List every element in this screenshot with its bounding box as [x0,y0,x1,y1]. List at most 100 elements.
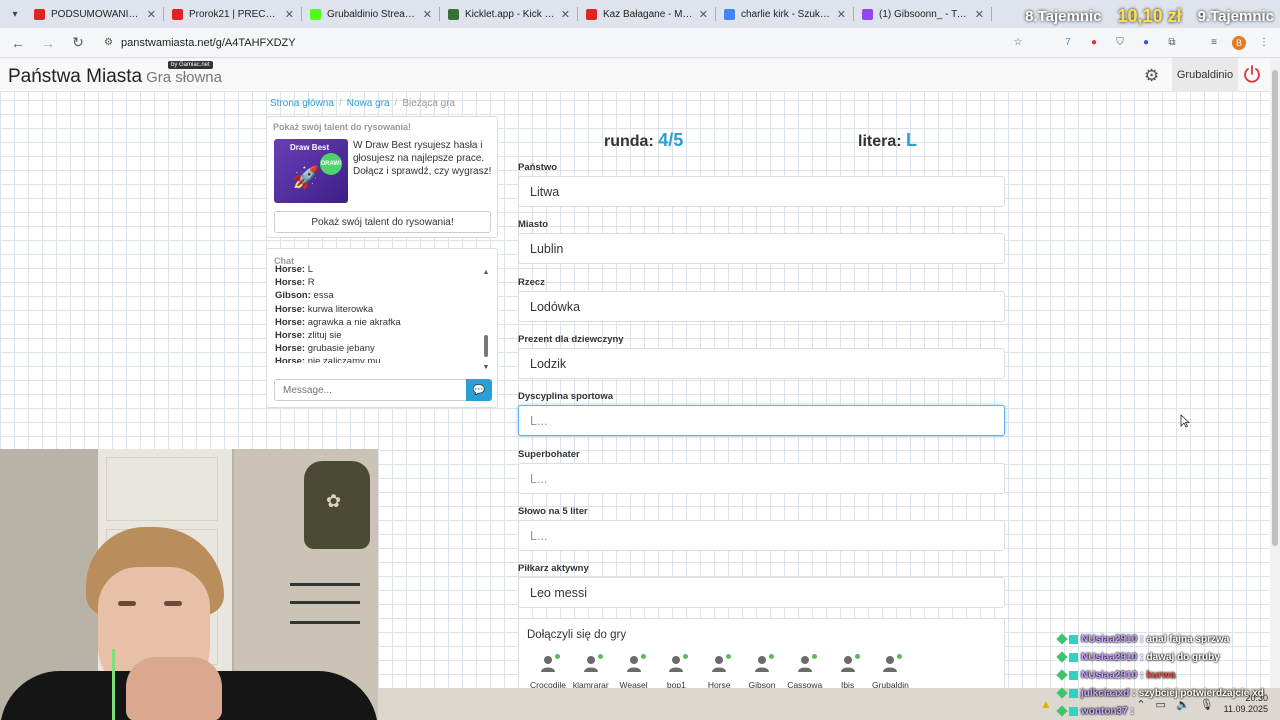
chat-scroll-thumb[interactable] [484,335,488,357]
stream-chat-line: wonton37: [1056,702,1280,720]
tab-close-icon[interactable]: ✕ [285,8,294,21]
scroll-down-arrow-icon[interactable]: ▼ [481,364,491,371]
site-logo[interactable]: Państwa Miasta Gra słowna by Gamiac.net [8,61,222,88]
tab-close-icon[interactable]: ✕ [837,8,846,21]
tab-title: Kicklet.app - Kick Chatbo [465,8,555,20]
chat-nick: Horse: [275,316,306,328]
player-item[interactable]: Grubaldin [866,654,914,688]
chat-send-button[interactable]: 💬 [466,379,492,401]
tab-close-icon[interactable]: ✕ [561,8,570,21]
letter-value: L [906,130,918,150]
bookmark-star-icon[interactable]: ☆ [1010,35,1026,51]
player-item[interactable]: Horse [695,654,743,688]
tab-close-icon[interactable]: ✕ [423,8,432,21]
chat-messages: Horse: L Horse: R Gibson: essa Horse: kurwa… [275,263,480,363]
player-item[interactable]: Crocodile [524,654,572,688]
chat-text: R [307,277,315,289]
sub-badge-icon [1056,687,1068,699]
chat-text: zlituj sie [307,330,342,342]
url-text: panstwamiasta.net/g/A4TAHFXDZY [120,36,296,49]
back-arrow-icon[interactable]: ← [8,35,28,51]
extension-red-icon[interactable]: ● [1086,35,1102,51]
extension-icon[interactable]: 7 [1060,35,1076,51]
tab-title: Kaz Bałagane - Modlitwa [603,8,693,20]
player-item[interactable]: klamrarar [567,654,615,688]
chat-panel: Chat Horse: L Horse: R Gibson: essa Horse: … [266,248,498,408]
answer-input[interactable] [518,291,1005,322]
player-item[interactable]: bop1 [652,654,700,688]
power-logout-icon[interactable] [1242,64,1262,84]
browser-tab[interactable]: Kicklet.app - Kick Chatbo ✕ [440,0,578,28]
answer-input[interactable] [518,176,1005,207]
tab-strip: PODSUMOWANIE MIESIĄ✕Prorok21 | PRECZ Z A… [26,0,992,28]
tab-close-icon[interactable]: ✕ [975,8,984,21]
site-info-icon[interactable]: ⚙ [104,37,113,48]
promo-button[interactable]: Pokaż swój talent do rysowania! [274,211,491,233]
browser-menu-icon[interactable]: ⋮ [1256,35,1272,51]
answer-input[interactable] [518,348,1005,379]
player-item[interactable]: Ibis [824,654,872,688]
answer-field-label: Słowo na 5 liter [518,506,588,517]
promo-description: W Draw Best rysujesz hasła i głosujesz n… [353,140,492,177]
chat-scrollbar[interactable]: ▲ ▼ [481,269,491,371]
media-control-icon[interactable]: ≡ [1206,35,1222,51]
url-field[interactable]: ⚙ panstwamiasta.net/g/A4TAHFXDZY [98,32,1000,54]
tab-favicon-icon [310,8,321,20]
shield-extension-icon[interactable]: ⛉ [1112,35,1128,51]
webcam-overlay: ✿ [0,449,378,720]
player-name: klamrarar [572,680,609,688]
answer-field: Słowo na 5 liter [518,506,1005,551]
chat-text: L [307,264,314,275]
player-item[interactable]: Cassowa [781,654,829,688]
page-scrollbar[interactable] [1270,58,1280,688]
answer-field-label: Prezent dla dziewczyny [518,334,624,345]
page-scroll-thumb[interactable] [1272,70,1278,546]
tab-close-icon[interactable]: ✕ [147,8,156,21]
profile-avatar-icon[interactable]: B [1232,35,1246,50]
extension-blue-icon[interactable]: ● [1138,35,1154,51]
draw-best-image[interactable]: Draw Best DRAW! 🚀 [274,139,348,203]
browser-tab[interactable]: (1) Gibsoonn_ - Twitch ✕ [854,0,992,28]
tab-close-icon[interactable]: ✕ [699,8,708,21]
online-status-dot [811,654,817,659]
answer-input[interactable] [518,233,1005,264]
brand-sub: Gra słowna [146,69,222,86]
chat-message-input[interactable] [274,379,466,401]
answer-input[interactable] [518,405,1005,436]
browser-tab[interactable]: charlie kirk - Szukaj w Go ✕ [716,0,854,28]
browser-tab[interactable]: Prorok21 | PRECZ Z ABSTY ✕ [164,0,302,28]
warning-icon: ▲ [1040,697,1052,711]
answer-input[interactable] [518,577,1005,608]
stream-chat-sep: : [1130,705,1135,717]
settings-gear-icon[interactable]: ⚙ [1144,66,1159,86]
promo-panel: Pokaż swój talent do rysowania! Draw Bes… [266,116,498,238]
chat-nick: Horse: [275,343,306,355]
answer-field-label: Rzecz [518,277,545,288]
browser-tab-bar: ▾ PODSUMOWANIE MIESIĄ✕Prorok21 | PRECZ Z… [0,0,1280,28]
verified-badge-icon [1069,634,1078,644]
online-status-dot [726,654,732,659]
stream-chat-nick: wonton37 [1081,705,1128,717]
breadcrumb-new-game-link[interactable]: Nowa gra [347,98,390,109]
breadcrumb-home-link[interactable]: Strona główna [270,98,334,109]
puzzle-icon[interactable]: ⧉ [1164,35,1180,51]
tab-favicon-icon [172,8,183,20]
sub-badge-icon [1056,633,1068,645]
chat-nick: Horse: [275,277,306,289]
browser-tab[interactable]: PODSUMOWANIE MIESIĄ ✕ [26,0,164,28]
verified-badge-icon [1069,688,1078,698]
reload-icon[interactable]: ↻ [68,34,88,51]
player-item[interactable]: Gibson [738,654,786,688]
browser-tab[interactable]: Kaz Bałagane - Modlitwa ✕ [578,0,716,28]
stream-chat-line: NUsiaa2910: dawaj do gruby [1056,648,1280,666]
browser-tab[interactable]: Grubaldinio Stream - Wa ✕ [302,0,440,28]
player-item[interactable]: Weasel [610,654,658,688]
answer-input[interactable] [518,463,1005,494]
tab-search-chevron-icon[interactable]: ▾ [4,3,26,25]
scroll-up-arrow-icon[interactable]: ▲ [481,269,491,276]
username-button[interactable]: Grubaldinio [1172,58,1238,92]
forward-arrow-icon[interactable]: → [38,35,58,51]
player-name: Ibis [840,680,855,688]
answer-input[interactable] [518,520,1005,551]
sub-badge-icon [1056,705,1068,717]
